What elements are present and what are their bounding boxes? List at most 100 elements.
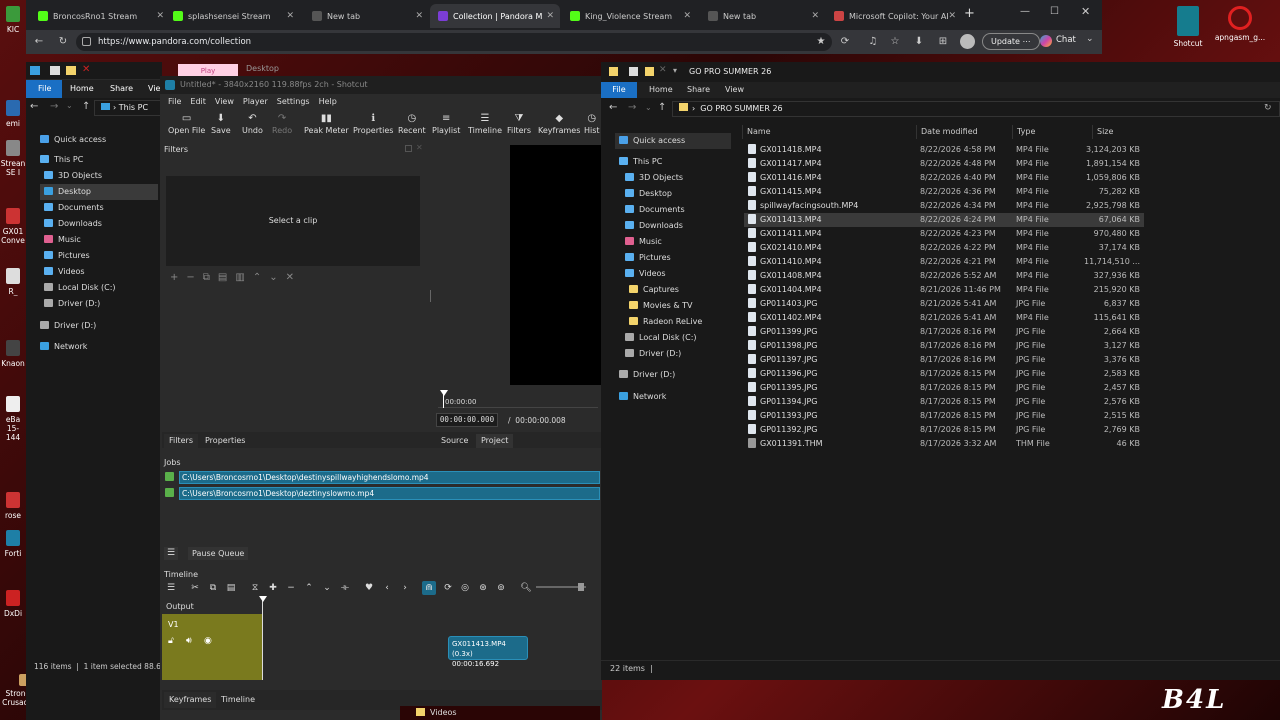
copy-icon[interactable]: ⧉ (206, 581, 220, 595)
up-icon[interactable]: ↑ (658, 102, 666, 113)
mute-icon[interactable]: 🔊︎ (186, 636, 192, 646)
file-row[interactable]: GP011392.JPG 8/17/2026 8:15 PM JPG File 2,7… (744, 423, 1144, 437)
desktop-icon[interactable]: GX01 Conve (0, 208, 26, 245)
file-row[interactable]: GX011410.MP4 8/22/2026 4:21 PM MP4 File 11,… (744, 255, 1144, 269)
close-tab-icon[interactable]: ✕ (415, 11, 423, 21)
nav-item[interactable]: Documents (40, 200, 158, 216)
tab-1[interactable]: BroncosRno1 Stream ✕ (30, 4, 170, 28)
lock-icon[interactable]: 🔓︎ (168, 636, 174, 646)
file-row[interactable]: GP011397.JPG 8/17/2026 8:16 PM JPG File 3,3… (744, 353, 1144, 367)
profile-avatar[interactable] (960, 34, 975, 49)
paste-filter-icon[interactable]: ▤ (218, 272, 235, 283)
chevron-down-icon[interactable]: ⌄ (1086, 34, 1094, 44)
toolbar-timeline-button[interactable]: ☰ Timeline (468, 112, 502, 135)
close-icon[interactable]: ✕ (416, 143, 423, 152)
refresh-icon[interactable]: ↻ (1264, 103, 1272, 113)
filter-list[interactable]: Select a clip (166, 176, 420, 266)
folder-icon[interactable] (66, 66, 76, 75)
update-button[interactable]: Update ⋯ (982, 33, 1040, 50)
close-tab-icon[interactable]: ✕ (811, 11, 819, 21)
tab-timeline[interactable]: Timeline (216, 692, 260, 708)
column-name[interactable]: Name (742, 125, 916, 139)
file-row[interactable]: GP011395.JPG 8/17/2026 8:15 PM JPG File 2,4… (744, 381, 1144, 395)
nav-item[interactable]: Downloads (40, 216, 158, 232)
properties-icon[interactable] (629, 67, 638, 76)
favorites-icon[interactable]: ☆ (888, 35, 902, 49)
desktop-tab[interactable]: Desktop (246, 64, 279, 73)
video-player[interactable] (510, 145, 602, 385)
file-row[interactable]: GX011417.MP4 8/22/2026 4:48 PM MP4 File 1,8… (744, 157, 1144, 171)
menu-icon[interactable]: ☰ (164, 581, 178, 595)
file-row[interactable]: GX011416.MP4 8/22/2026 4:40 PM MP4 File 1,0… (744, 171, 1144, 185)
ribbon-file[interactable]: File (601, 82, 637, 98)
remove-icon[interactable]: − (284, 581, 298, 595)
desktop-icon-apngasm[interactable]: apngasm_g... (1214, 6, 1266, 42)
file-row[interactable]: GX011415.MP4 8/22/2026 4:36 PM MP4 File 75,… (744, 185, 1144, 199)
site-info-icon[interactable] (82, 37, 91, 46)
nav-item[interactable]: Quick access (615, 133, 731, 149)
nav-item[interactable]: Driver (D:) (621, 346, 731, 362)
menu-player[interactable]: Player (243, 97, 268, 106)
close-tab-icon[interactable]: ✕ (286, 11, 294, 21)
file-row[interactable]: GP011393.JPG 8/17/2026 8:15 PM JPG File 2,5… (744, 409, 1144, 423)
music-icon[interactable]: ♫ (866, 35, 880, 49)
file-row[interactable]: GP011399.JPG 8/17/2026 8:16 PM JPG File 2,6… (744, 325, 1144, 339)
job-check-icon[interactable] (165, 472, 174, 481)
column-size[interactable]: Size (1092, 125, 1144, 139)
back-icon[interactable]: ← (32, 35, 46, 49)
job-row[interactable]: C:\Users\Broncosrno1\Desktop\destinyspil… (179, 471, 600, 484)
tab-filters[interactable]: Filters (164, 434, 198, 448)
up-icon[interactable]: ↑ (82, 101, 90, 112)
split-playhead-icon[interactable]: ⟛ (338, 581, 352, 595)
minimize-icon[interactable]: — (1020, 6, 1030, 17)
column-date[interactable]: Date modified (916, 125, 1012, 139)
delete-icon[interactable]: ✕ (82, 64, 90, 75)
zoom-slider-handle[interactable] (578, 583, 584, 591)
chat-button[interactable]: Chat (1056, 35, 1076, 45)
desktop-icon[interactable]: Strean SE I (0, 140, 26, 177)
tab-keyframes[interactable]: Keyframes (164, 692, 217, 708)
tab-properties[interactable]: Properties (200, 434, 250, 448)
file-row[interactable]: GX011411.MP4 8/22/2026 4:23 PM MP4 File 970… (744, 227, 1144, 241)
nav-item[interactable]: Local Disk (C:) (40, 280, 158, 296)
nav-item[interactable]: This PC (34, 152, 160, 168)
file-row[interactable]: GX011408.MP4 8/22/2026 5:52 AM MP4 File 327… (744, 269, 1144, 283)
nav-item[interactable]: This PC (615, 154, 731, 170)
new-folder-icon[interactable] (645, 67, 654, 76)
timeline-playhead-icon[interactable] (259, 596, 267, 602)
move-down-icon[interactable]: ⌄ (269, 272, 285, 283)
bookmark-star-icon[interactable]: ★ (814, 35, 828, 49)
menu-view[interactable]: View (215, 97, 234, 106)
tab-project[interactable]: Project (476, 434, 514, 448)
track-header-v1[interactable]: V1 🔓︎ 🔊︎ ◉ (162, 614, 262, 680)
right-address-bar[interactable]: › GO PRO SUMMER 26 (672, 101, 1280, 117)
back-icon[interactable]: ← (30, 101, 38, 112)
add-filter-icon[interactable]: + (170, 272, 186, 283)
nav-item[interactable]: Captures (627, 282, 731, 298)
marker-icon[interactable]: ♥ (362, 581, 376, 595)
menu-settings[interactable]: Settings (277, 97, 310, 106)
job-check-icon[interactable] (165, 488, 174, 497)
split-icon[interactable]: ⧖ (248, 581, 262, 595)
menu-help[interactable]: Help (319, 97, 337, 106)
copy-filter-icon[interactable]: ⧉ (203, 272, 218, 283)
menu-edit[interactable]: Edit (190, 97, 206, 106)
float-icon[interactable] (405, 145, 412, 152)
videos-peek[interactable]: Videos (400, 706, 600, 720)
toolbar-properties-button[interactable]: ℹ Properties (353, 112, 393, 135)
ribbon-view[interactable]: View (725, 85, 744, 94)
maximize-icon[interactable]: ☐ (1050, 6, 1059, 17)
ribbon-tab[interactable]: Share (110, 80, 133, 98)
toolbar-filters-button[interactable]: ⧩ Filters (507, 112, 531, 135)
ripple-icon[interactable]: ◎ (458, 581, 472, 595)
close-icon[interactable]: ✕ (1081, 5, 1090, 18)
tab-source[interactable]: Source (436, 434, 473, 448)
tab-4[interactable]: Collection | Pandora M ✕ (430, 4, 560, 28)
toolbar-hist-button[interactable]: ◷ Hist (584, 112, 600, 135)
scrub-icon[interactable]: ⟳ (441, 581, 455, 595)
toolbar-playlist-button[interactable]: ≡ Playlist (432, 112, 460, 135)
close-tab-icon[interactable]: ✕ (546, 11, 554, 21)
append-icon[interactable]: ✚ (266, 581, 280, 595)
ribbon-tab[interactable]: Home (70, 80, 94, 98)
lift-icon[interactable]: ⌃ (302, 581, 316, 595)
